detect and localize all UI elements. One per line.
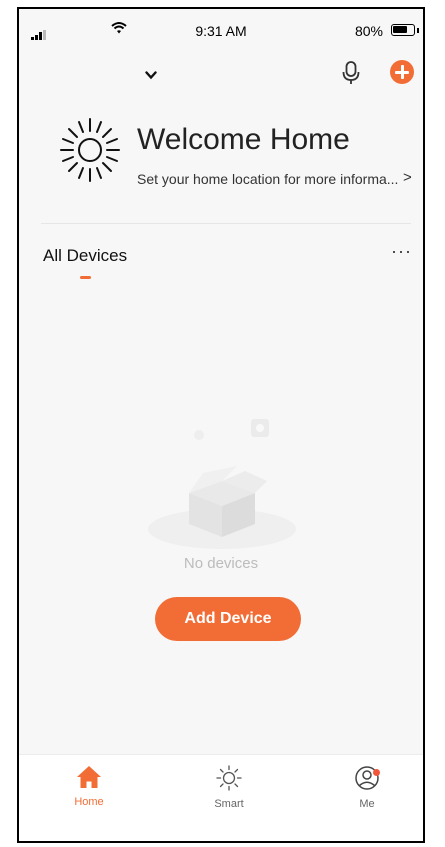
tab-me-label: Me	[359, 798, 375, 810]
tab-all-devices[interactable]: All Devices	[43, 246, 127, 266]
more-options-icon[interactable]: ···	[391, 241, 412, 262]
tab-smart[interactable]: Smart	[189, 765, 269, 810]
app-screen: 9:31 AM 80% Welcome Home Set your home l…	[19, 9, 423, 841]
location-prompt[interactable]: Set your home location for more informa.…	[137, 171, 398, 187]
welcome-title: Welcome Home	[137, 123, 350, 156]
notification-badge	[373, 769, 380, 776]
tab-smart-label: Smart	[214, 798, 244, 810]
status-bar: 9:31 AM 80%	[19, 9, 423, 49]
tab-home-label: Home	[74, 796, 104, 808]
tab-home[interactable]: Home	[49, 765, 129, 808]
phone-frame: 9:31 AM 80% Welcome Home Set your home l…	[17, 7, 425, 843]
tab-me[interactable]: Me	[327, 765, 407, 810]
home-name	[41, 63, 123, 83]
tab-bar: Home Smart Me	[19, 754, 423, 841]
chevron-down-icon	[145, 71, 157, 80]
section-divider	[41, 223, 411, 224]
battery-percent: 80%	[354, 23, 383, 39]
add-device-button[interactable]: Add Device	[155, 597, 301, 641]
home-selector[interactable]	[41, 63, 157, 89]
chevron-right-icon[interactable]: >	[403, 169, 412, 186]
battery-tip	[417, 28, 419, 33]
active-tab-indicator	[80, 276, 91, 279]
empty-box-illustration	[148, 419, 296, 549]
add-button[interactable]	[390, 60, 414, 84]
mic-icon[interactable]	[339, 60, 363, 86]
sun-icon	[216, 765, 242, 791]
sun-icon	[60, 118, 120, 182]
home-icon	[77, 766, 101, 788]
empty-state-text: No devices	[183, 555, 259, 572]
battery-icon	[391, 24, 415, 36]
